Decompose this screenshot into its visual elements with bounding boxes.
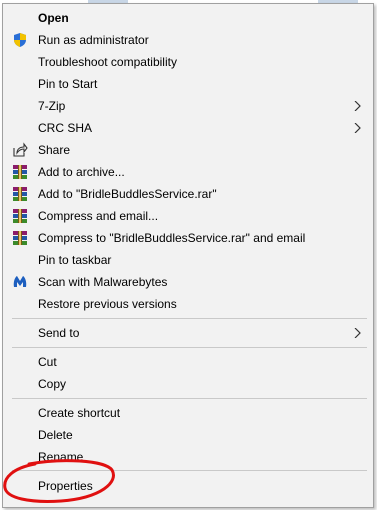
menu-item-label: Compress and email... bbox=[38, 209, 159, 223]
menu-item-label: Pin to taskbar bbox=[38, 253, 112, 267]
menu-item-scan-with-malwarebytes[interactable]: Scan with Malwarebytes bbox=[4, 271, 372, 293]
menu-item-add-to-rar[interactable]: Add to "BridleBuddlesService.rar" bbox=[4, 183, 372, 205]
winrar-icon bbox=[12, 186, 28, 202]
menu-item-label: 7-Zip bbox=[38, 99, 66, 113]
menu-item-label: Open bbox=[38, 11, 69, 25]
menu-item-run-as-administrator[interactable]: Run as administrator bbox=[4, 29, 372, 51]
context-menu: Open Run as administrator Troubleshoot c… bbox=[2, 3, 374, 508]
menu-item-label: Cut bbox=[38, 355, 57, 369]
menu-separator bbox=[12, 398, 367, 399]
menu-item-create-shortcut[interactable]: Create shortcut bbox=[4, 402, 372, 424]
chevron-right-icon bbox=[354, 101, 361, 111]
menu-item-label: Pin to Start bbox=[38, 77, 98, 91]
menu-item-share[interactable]: Share bbox=[4, 139, 372, 161]
menu-item-label: Delete bbox=[38, 428, 73, 442]
menu-item-label: Scan with Malwarebytes bbox=[38, 275, 168, 289]
menu-item-send-to[interactable]: Send to bbox=[4, 322, 372, 344]
annotation-circle bbox=[3, 459, 115, 503]
chevron-right-icon bbox=[354, 328, 361, 338]
menu-item-label: Add to "BridleBuddlesService.rar" bbox=[38, 187, 217, 201]
menu-item-label: Copy bbox=[38, 377, 67, 391]
menu-item-compress-and-email[interactable]: Compress and email... bbox=[4, 205, 372, 227]
menu-item-pin-to-start[interactable]: Pin to Start bbox=[4, 73, 372, 95]
menu-item-compress-to-rar-and-email[interactable]: Compress to "BridleBuddlesService.rar" a… bbox=[4, 227, 372, 249]
menu-item-label: Troubleshoot compatibility bbox=[38, 55, 177, 69]
menu-item-open[interactable]: Open bbox=[4, 7, 372, 29]
menu-separator bbox=[12, 347, 367, 348]
menu-item-label: Create shortcut bbox=[38, 406, 121, 420]
menu-item-restore-previous-versions[interactable]: Restore previous versions bbox=[4, 293, 372, 315]
winrar-icon bbox=[12, 164, 28, 180]
menu-item-label: Restore previous versions bbox=[38, 297, 177, 311]
winrar-icon bbox=[12, 230, 28, 246]
malwarebytes-icon bbox=[12, 274, 28, 290]
menu-item-delete[interactable]: Delete bbox=[4, 424, 372, 446]
menu-item-add-to-archive[interactable]: Add to archive... bbox=[4, 161, 372, 183]
menu-item-label: Share bbox=[38, 143, 71, 157]
chevron-right-icon bbox=[354, 123, 361, 133]
menu-item-label: Run as administrator bbox=[38, 33, 149, 47]
shield-icon bbox=[12, 32, 28, 48]
menu-item-pin-to-taskbar[interactable]: Pin to taskbar bbox=[4, 249, 372, 271]
winrar-icon bbox=[12, 208, 28, 224]
menu-item-label: Compress to "BridleBuddlesService.rar" a… bbox=[38, 231, 306, 245]
menu-separator bbox=[12, 318, 367, 319]
menu-item-label: CRC SHA bbox=[38, 121, 93, 135]
menu-item-cut[interactable]: Cut bbox=[4, 351, 372, 373]
menu-item-copy[interactable]: Copy bbox=[4, 373, 372, 395]
menu-item-label: Add to archive... bbox=[38, 165, 125, 179]
menu-item-troubleshoot-compatibility[interactable]: Troubleshoot compatibility bbox=[4, 51, 372, 73]
menu-item-7-zip[interactable]: 7-Zip bbox=[4, 95, 372, 117]
menu-item-label: Send to bbox=[38, 326, 80, 340]
share-icon bbox=[12, 142, 28, 158]
menu-item-crc-sha[interactable]: CRC SHA bbox=[4, 117, 372, 139]
